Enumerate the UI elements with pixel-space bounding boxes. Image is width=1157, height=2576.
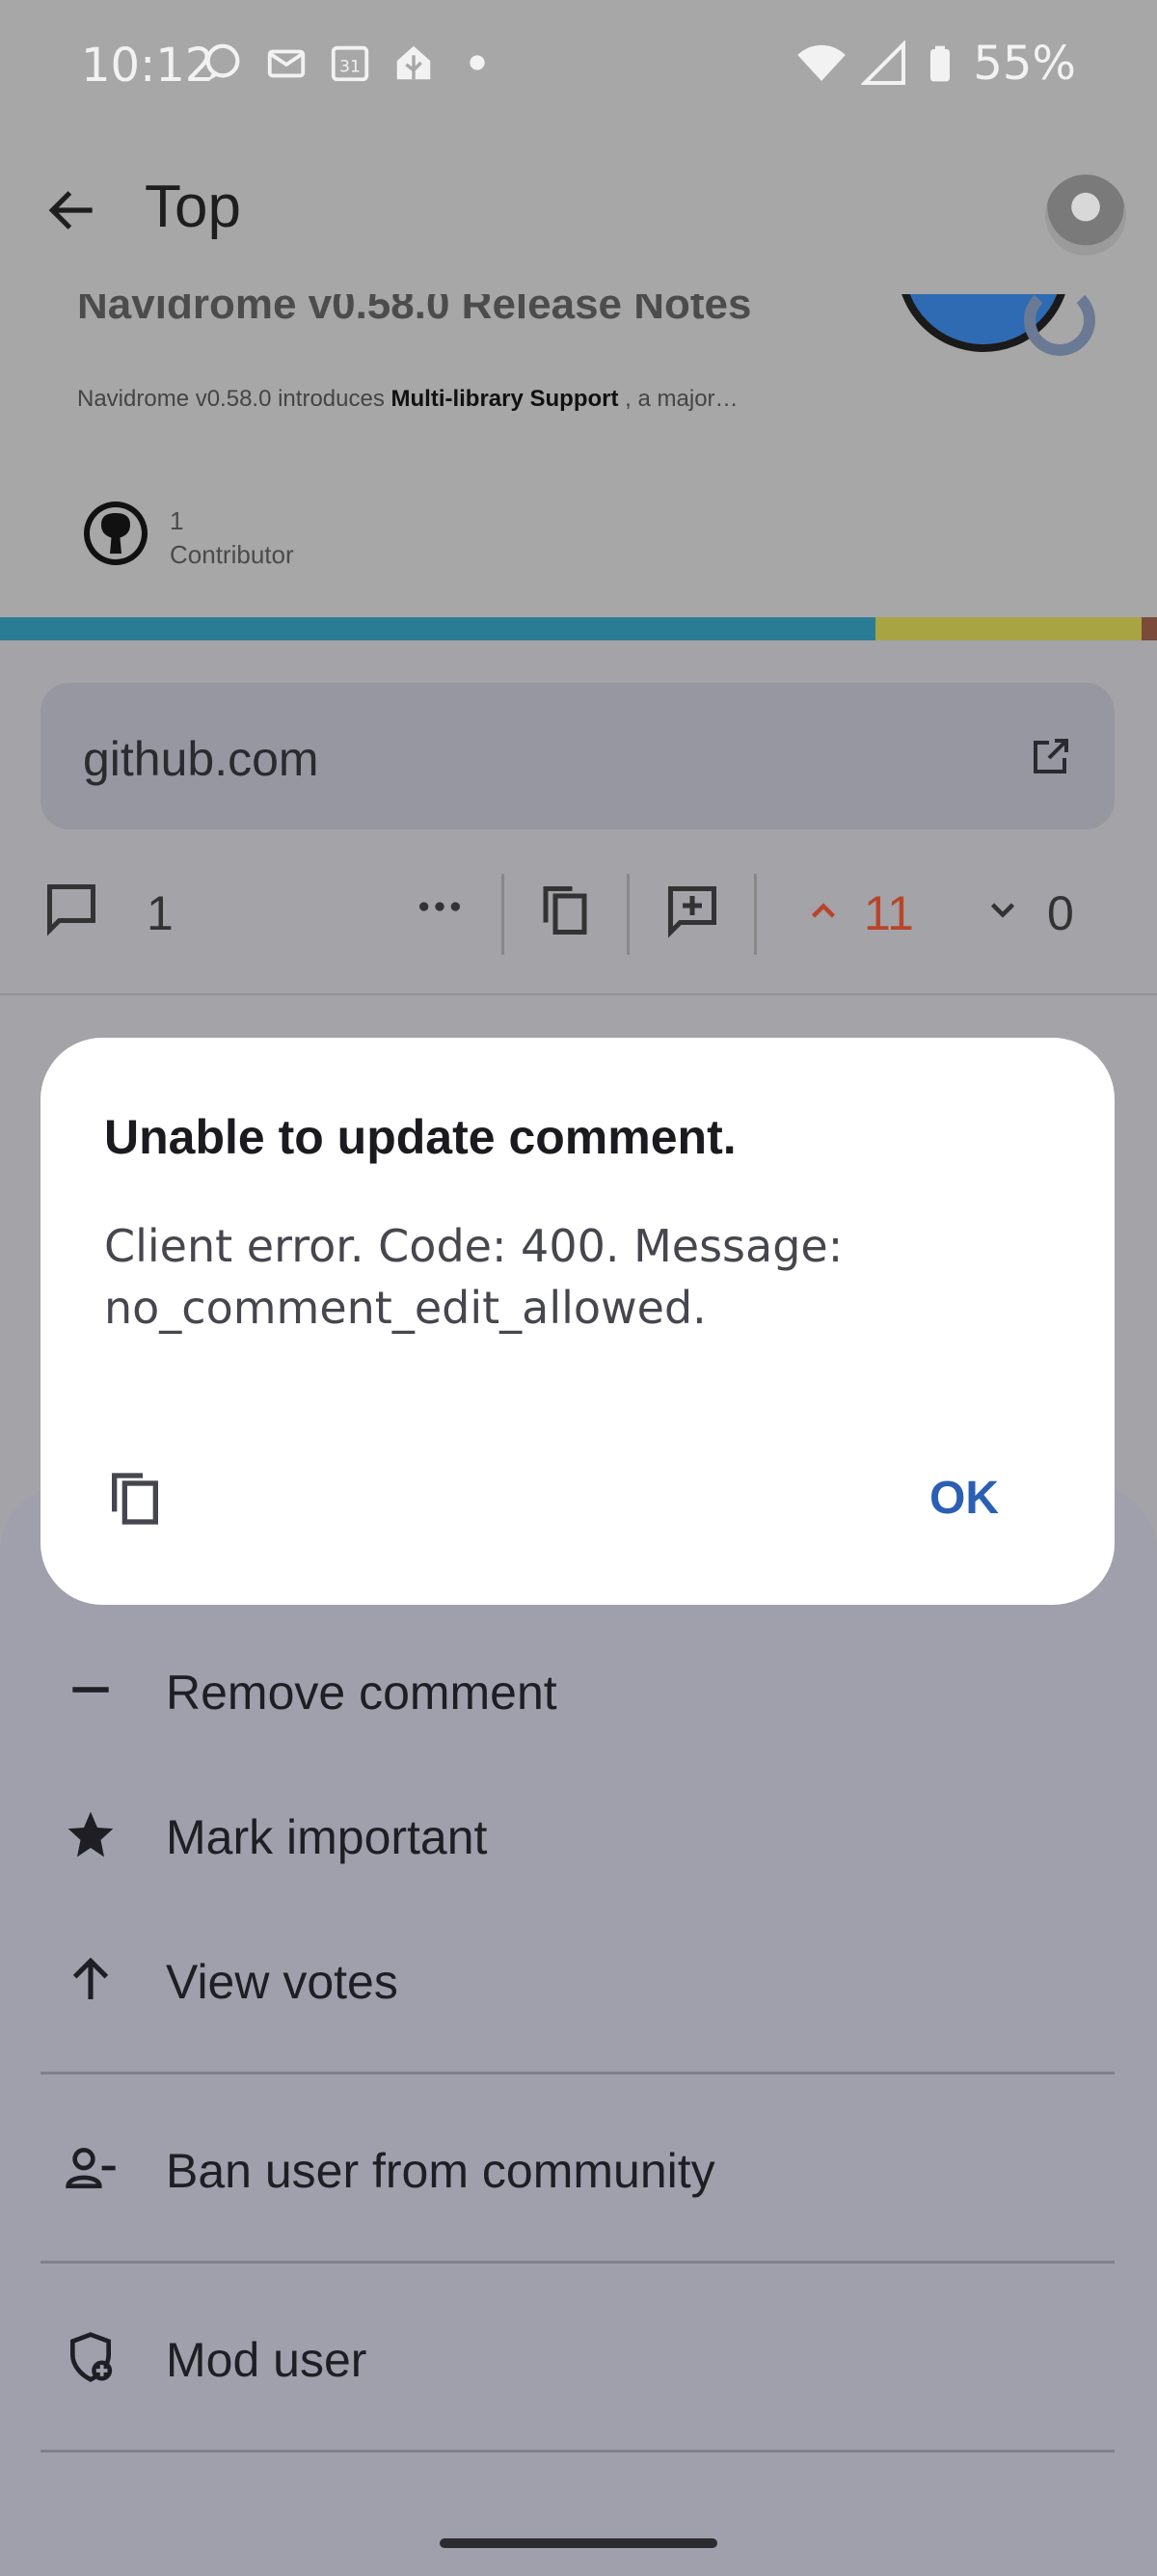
status-bar: 10:12 31 55% (0, 0, 1157, 130)
home-assistant-icon (391, 41, 436, 85)
sheet-item-label: Mark important (166, 1810, 488, 1864)
card-description-bold: Multi-library Support (390, 386, 619, 412)
status-time: 10:12 (81, 39, 215, 93)
comment-count: 1 (147, 886, 174, 940)
card-description-prefix: Navidrome v0.58.0 introduces (77, 386, 391, 412)
action-separator (627, 874, 630, 955)
sheet-item-label: Ban user from community (166, 2144, 715, 2198)
contributor-count: 1 (170, 506, 184, 535)
language-bar (0, 617, 1157, 640)
comment-icon[interactable] (42, 880, 100, 937)
reply-comment-icon[interactable] (663, 881, 721, 939)
remove-comment-item[interactable]: Remove comment (0, 1632, 1157, 1748)
home-indicator[interactable] (440, 2538, 717, 2548)
downvote-count: 0 (1047, 886, 1074, 940)
downvote-icon[interactable] (985, 893, 1020, 928)
language-segment-2 (875, 617, 1142, 640)
github-octicon-ring (1024, 294, 1095, 356)
card-description-suffix: , a major… (618, 386, 739, 412)
sheet-divider (40, 2261, 1115, 2264)
card-title: Navidrome v0.58.0 Release Notes (77, 294, 752, 328)
mod-user-item[interactable]: Mod user (0, 2299, 1157, 2415)
github-icon (84, 502, 148, 565)
mark-important-item[interactable]: Mark important (0, 1776, 1157, 1892)
link-preview-card[interactable]: Navidrome v0.58.0 Release Notes Navidrom… (0, 294, 1157, 617)
ok-button[interactable]: OK (929, 1472, 999, 1525)
sheet-divider (40, 2450, 1115, 2453)
link-url-button[interactable]: github.com (40, 683, 1115, 829)
language-segment-1 (0, 617, 875, 640)
minus-icon (72, 1687, 109, 1693)
dot-icon (455, 41, 499, 85)
status-right: 55% (795, 37, 1076, 91)
upvote-count: 11 (864, 886, 914, 940)
action-separator (501, 874, 504, 955)
notification-icons: 31 (201, 41, 499, 85)
top-app-bar: Top (0, 130, 1157, 294)
wifi-icon (797, 44, 847, 81)
calendar-day-text: 31 (339, 58, 361, 77)
chat-bubble-icon (201, 41, 245, 85)
cellular-signal-icon (861, 41, 906, 85)
person-remove-icon (66, 2148, 116, 2188)
ban-user-item[interactable]: Ban user from community (0, 2110, 1157, 2226)
dialog-message: Client error. Code: 400. Message: no_com… (104, 1220, 844, 1334)
view-votes-item[interactable]: View votes (0, 1921, 1157, 2037)
star-icon (67, 1811, 114, 1857)
calendar-31-icon: 31 (328, 41, 372, 85)
battery-percent: 55% (973, 37, 1076, 91)
back-arrow-icon[interactable] (42, 180, 102, 240)
sheet-item-label: Mod user (166, 2333, 367, 2387)
card-description: Navidrome v0.58.0 introduces Multi-libra… (77, 386, 739, 413)
action-separator (754, 874, 757, 955)
divider (0, 993, 1157, 995)
upvote-icon[interactable] (806, 893, 841, 928)
mail-icon (264, 41, 309, 85)
post-action-row: 1 11 0 (0, 868, 1157, 984)
open-in-new-icon (1034, 739, 1068, 773)
error-dialog: Unable to update comment. Client error. … (40, 1038, 1115, 1605)
dialog-title: Unable to update comment. (104, 1110, 737, 1164)
page-title: Top (145, 174, 241, 240)
more-horizontal-icon[interactable] (413, 880, 467, 934)
arrow-up-icon (72, 1957, 109, 1999)
link-domain: github.com (83, 732, 319, 786)
sheet-item-label: View votes (166, 1955, 398, 2009)
shield-add-icon (70, 2332, 113, 2382)
comment-actions-sheet: Remove comment Mark important View votes… (0, 1485, 1157, 2576)
copy-icon[interactable] (104, 1468, 166, 1530)
contributor-label: Contributor (170, 540, 294, 569)
language-segment-3 (1142, 617, 1157, 640)
sheet-divider (40, 2072, 1115, 2074)
battery-icon (930, 45, 951, 82)
sheet-item-label: Remove comment (166, 1666, 557, 1720)
avatar[interactable] (1045, 175, 1126, 256)
copy-icon[interactable] (536, 880, 594, 941)
